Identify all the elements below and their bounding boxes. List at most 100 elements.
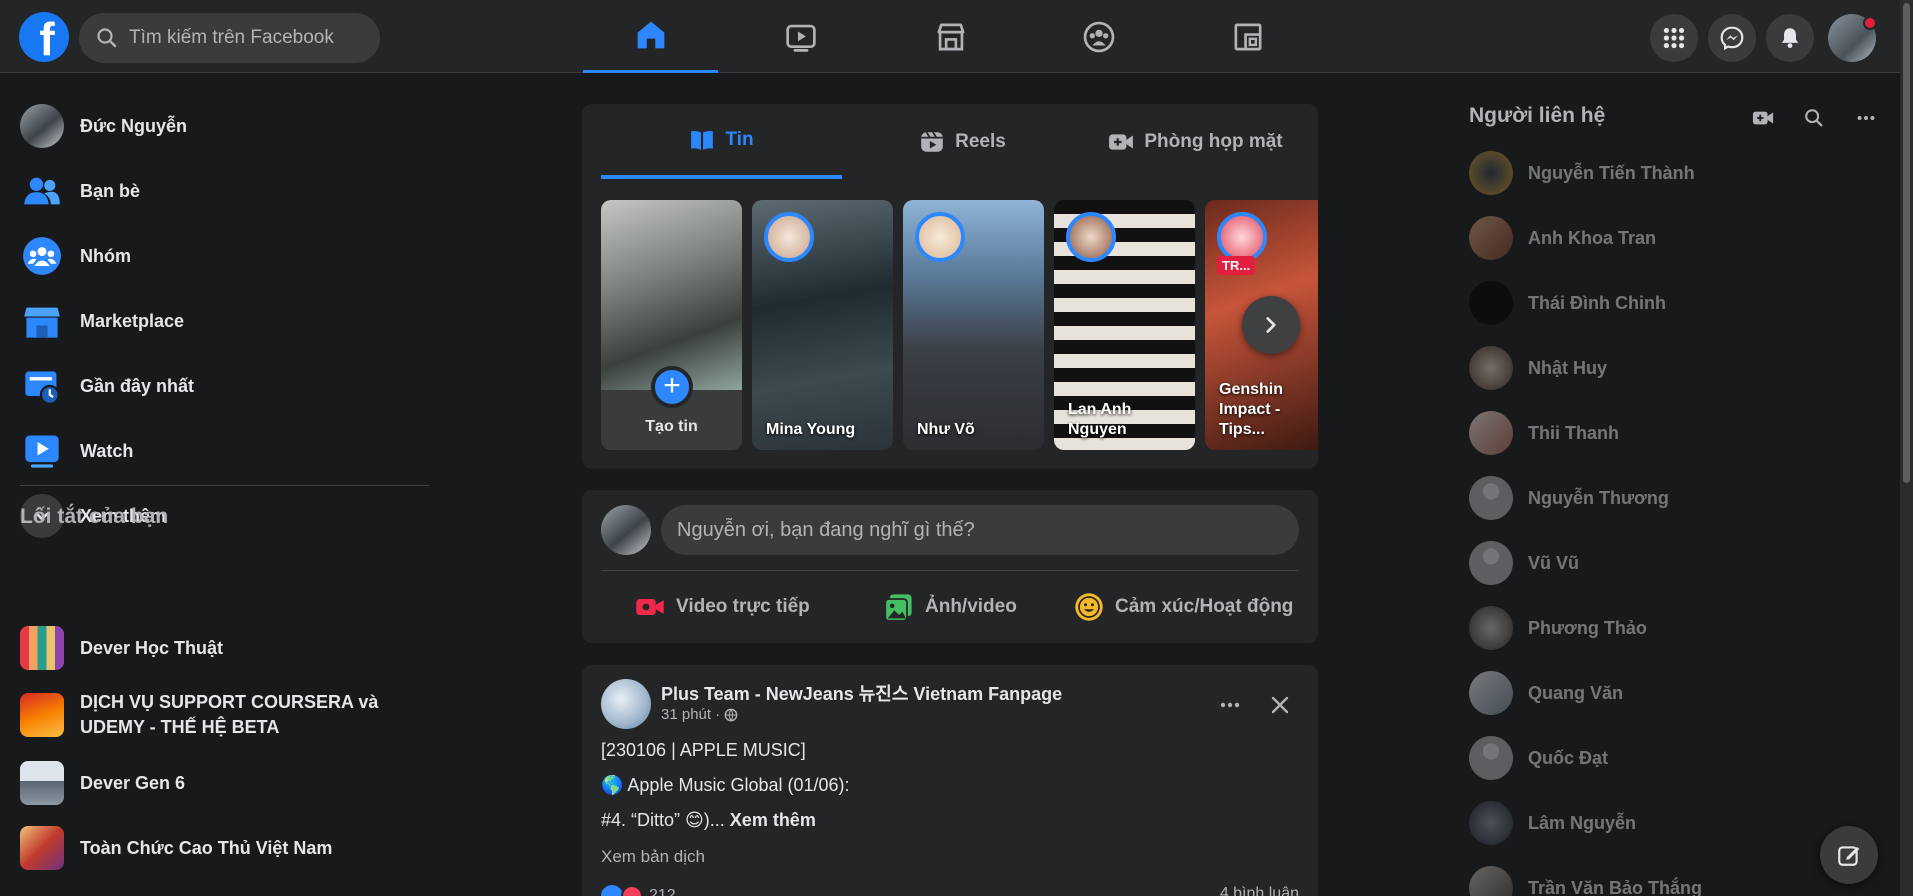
- user-avatar: [20, 104, 64, 148]
- contact-item[interactable]: Phương Thảo: [1460, 598, 1880, 658]
- globe-icon: [724, 708, 738, 722]
- action-label: Ảnh/video: [925, 596, 1017, 617]
- contact-item[interactable]: Thái Đình Chinh: [1460, 273, 1880, 333]
- contact-item[interactable]: Trần Văn Bảo Thắng: [1460, 858, 1880, 896]
- post-text-line: 🌎 Apple Music Global (01/06):: [601, 775, 850, 795]
- sidebar-item-label: Bạn bè: [80, 180, 141, 201]
- shortcut-image-wrap: [19, 625, 65, 671]
- page-scrollbar[interactable]: [1900, 0, 1913, 896]
- story-card[interactable]: Mina Young: [752, 200, 893, 450]
- contact-avatar: [1469, 411, 1513, 455]
- contact-item[interactable]: Lâm Nguyễn: [1460, 793, 1880, 853]
- tab-stories[interactable]: Tin: [601, 104, 842, 179]
- sidebar-item-friends[interactable]: Bạn bè: [12, 161, 432, 221]
- grid-menu-icon: [1663, 27, 1685, 49]
- hide-post-button[interactable]: [1262, 687, 1298, 723]
- shortcut-label: Dever Học Thuật: [80, 637, 224, 658]
- sidebar-item-groups[interactable]: Nhóm: [12, 226, 432, 286]
- search-icon: [1805, 109, 1823, 127]
- feeling-activity-button[interactable]: Cảm xúc/Hoạt động: [1073, 582, 1293, 632]
- sidebar-item-recent[interactable]: Gần đây nhất: [12, 356, 432, 416]
- contact-avatar: [1469, 281, 1513, 325]
- contact-avatar: [1469, 801, 1513, 845]
- contact-item[interactable]: Quang Văn: [1460, 663, 1880, 723]
- story-card[interactable]: Như Võ: [903, 200, 1044, 450]
- top-navigation-bar: f: [0, 0, 1900, 73]
- contact-item[interactable]: Nguyễn Thương: [1460, 468, 1880, 528]
- create-story-photo: [601, 200, 742, 390]
- marketplace-icon: [937, 23, 964, 50]
- new-room-button[interactable]: [1745, 100, 1781, 136]
- reaction-summary[interactable]: 212: [601, 885, 676, 896]
- photo-video-button[interactable]: Ảnh/video: [883, 582, 1017, 632]
- nav-tab-watch[interactable]: [733, 0, 868, 73]
- contacts-options-button[interactable]: [1848, 100, 1884, 136]
- search-input[interactable]: [129, 27, 369, 49]
- shortcut-item[interactable]: Dever Gen 6: [12, 753, 432, 813]
- contact-avatar: [1469, 736, 1513, 780]
- nav-tab-gaming[interactable]: [1180, 0, 1315, 73]
- post-author-name[interactable]: Plus Team - NewJeans 뉴진스 Vietnam Fanpage: [661, 680, 1062, 706]
- shortcut-image-wrap: [19, 825, 65, 871]
- shortcut-item[interactable]: DỊCH VỤ SUPPORT COURSERA và UDEMY - THẾ …: [12, 683, 432, 747]
- see-more-link[interactable]: Xem thêm: [730, 810, 816, 830]
- search-contacts-button[interactable]: [1796, 100, 1832, 136]
- composer-input[interactable]: Nguyễn ơi, bạn đang nghĩ gì thế?: [661, 505, 1299, 555]
- comment-count[interactable]: 4 bình luận: [1220, 885, 1299, 896]
- story-name: Genshin Impact - Tips...: [1219, 381, 1284, 438]
- messenger-button[interactable]: [1708, 14, 1756, 62]
- story-badge: TR...: [1217, 256, 1256, 275]
- shortcut-label: DỊCH VỤ SUPPORT COURSERA và UDEMY - THẾ …: [80, 692, 379, 737]
- post-author-avatar[interactable]: [601, 679, 651, 729]
- contact-item[interactable]: Anh Khoa Tran: [1460, 208, 1880, 268]
- nav-tab-groups[interactable]: [1031, 0, 1166, 73]
- see-translation-link[interactable]: Xem bản dịch: [601, 847, 705, 867]
- plus-icon[interactable]: +: [651, 366, 693, 408]
- shortcut-item[interactable]: Toàn Chức Cao Thủ Việt Nam: [12, 818, 432, 878]
- shortcut-image: [20, 761, 64, 805]
- story-name: Lan Anh Nguyen: [1068, 401, 1132, 438]
- facebook-logo[interactable]: f: [19, 12, 69, 62]
- shortcuts-title: Lối tắt của bạn: [20, 505, 169, 528]
- new-message-button[interactable]: [1820, 826, 1878, 884]
- search-box[interactable]: [79, 13, 380, 63]
- sidebar-item-label: Gần đây nhất: [80, 375, 195, 396]
- more-horizontal-icon: [1220, 702, 1240, 708]
- sidebar-item-label: Nhóm: [80, 245, 131, 266]
- post-text-line-wrap: #4. “Ditto” 😊)... Xem thêm: [601, 810, 816, 831]
- tab-reels[interactable]: Reels: [842, 104, 1083, 179]
- nav-tab-home[interactable]: [583, 0, 718, 73]
- sidebar-item-marketplace[interactable]: Marketplace: [12, 291, 432, 351]
- contact-name: Anh Khoa Tran: [1528, 227, 1657, 248]
- compose-icon: [1838, 846, 1860, 866]
- stories-next-button[interactable]: [1242, 296, 1300, 354]
- contact-item[interactable]: Nguyễn Tiến Thành: [1460, 143, 1880, 203]
- story-card[interactable]: Lan Anh Nguyen: [1054, 200, 1195, 450]
- scrollbar-thumb[interactable]: [1903, 3, 1910, 483]
- create-story-card[interactable]: + Tạo tin: [601, 200, 742, 450]
- smiley-icon: [1075, 593, 1103, 621]
- post-options-button[interactable]: [1212, 687, 1248, 723]
- love-reaction-icon: [621, 885, 643, 896]
- composer-divider: [601, 570, 1299, 571]
- contact-item[interactable]: Vũ Vũ: [1460, 533, 1880, 593]
- stories-card: Tin Reels Phòng họp mặt + Tạo tin Mina Y…: [582, 104, 1318, 469]
- contact-item[interactable]: Thii Thanh: [1460, 403, 1880, 463]
- menu-button[interactable]: [1650, 14, 1698, 62]
- contact-name: Phương Thảo: [1528, 617, 1647, 638]
- contact-avatar: [1469, 866, 1513, 896]
- live-video-button[interactable]: Video trực tiếp: [634, 582, 810, 632]
- post-time[interactable]: 31 phút ·: [661, 706, 720, 723]
- contact-item[interactable]: Quốc Đạt: [1460, 728, 1880, 788]
- sidebar-item-profile[interactable]: Đức Nguyễn: [12, 96, 432, 156]
- composer-avatar[interactable]: [601, 505, 651, 555]
- notifications-button[interactable]: [1766, 14, 1814, 62]
- sidebar-item-watch[interactable]: Watch: [12, 421, 432, 481]
- contact-avatar: [1469, 346, 1513, 390]
- home-icon: [637, 21, 664, 49]
- create-story-label: Tạo tin: [645, 418, 698, 435]
- contact-item[interactable]: Nhật Huy: [1460, 338, 1880, 398]
- nav-tab-marketplace[interactable]: [883, 0, 1018, 73]
- tab-rooms[interactable]: Phòng họp mặt: [1083, 104, 1308, 179]
- shortcut-item[interactable]: Dever Học Thuật: [12, 618, 432, 678]
